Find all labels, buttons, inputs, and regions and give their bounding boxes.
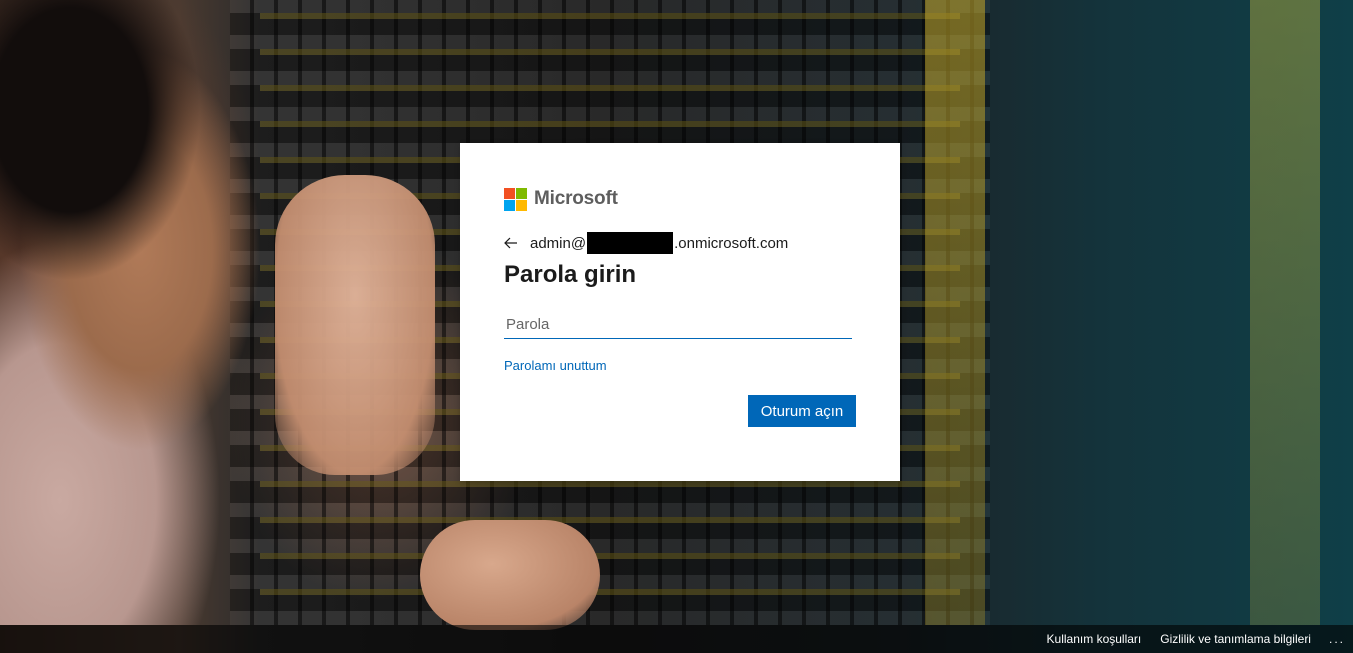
microsoft-logo: Microsoft <box>504 187 856 211</box>
terms-link[interactable]: Kullanım koşulları <box>1047 632 1142 646</box>
page-title: Parola girin <box>504 261 637 288</box>
forgot-password-link[interactable]: Parolamı unuttum <box>504 358 607 373</box>
login-page: Microsoft admin@ .onmicrosoft.com Parola… <box>0 0 1353 653</box>
privacy-link[interactable]: Gizlilik ve tanımlama bilgileri <box>1160 632 1311 646</box>
arrow-left-icon[interactable] <box>504 231 528 255</box>
identity-banner: admin@ .onmicrosoft.com <box>504 231 856 255</box>
button-row: Oturum açın <box>504 395 856 427</box>
rack-side-panel <box>925 0 985 625</box>
hand-figure-lower <box>420 520 600 630</box>
signin-button[interactable]: Oturum açın <box>748 395 856 427</box>
hand-figure <box>275 175 435 475</box>
footer: Kullanım koşulları Gizlilik ve tanımlama… <box>0 625 1353 653</box>
identity-prefix: admin@ <box>530 234 587 252</box>
password-input[interactable] <box>504 311 852 339</box>
redacted-domain <box>587 232 674 254</box>
rack-side-panel-right <box>1250 0 1320 625</box>
microsoft-logo-icon <box>504 187 527 211</box>
brand-name: Microsoft <box>534 188 618 209</box>
identity-suffix: .onmicrosoft.com <box>674 234 789 252</box>
login-card: Microsoft admin@ .onmicrosoft.com Parola… <box>460 143 900 481</box>
person-figure <box>0 0 300 625</box>
more-options-button[interactable]: ... <box>1329 632 1345 646</box>
